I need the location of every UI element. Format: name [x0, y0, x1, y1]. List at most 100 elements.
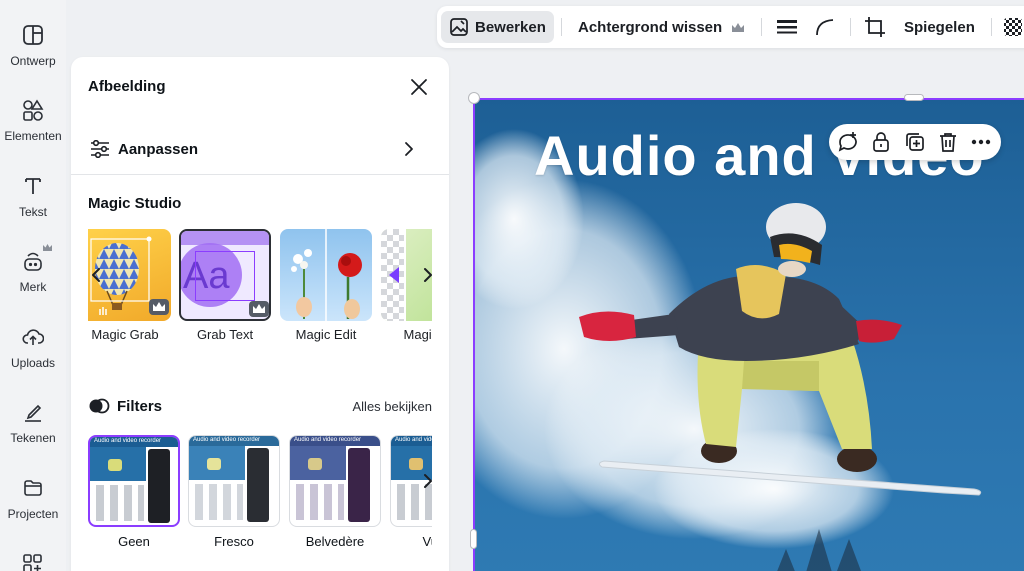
- filter-thumb: Audio and video recorder: [289, 435, 381, 527]
- close-icon: [411, 79, 427, 95]
- more-options-button[interactable]: [969, 130, 993, 154]
- crown-icon: [249, 301, 269, 317]
- rail-item-uploads[interactable]: Uploads: [0, 325, 66, 370]
- adjust-row[interactable]: Aanpassen: [71, 123, 449, 175]
- filter-belvedere[interactable]: Audio and video recorder Belvedère: [289, 435, 381, 549]
- crop-button[interactable]: [864, 11, 886, 43]
- rail-label: Tekenen: [10, 431, 56, 445]
- left-rail: Ontwerp Elementen Tekst Merk Uploads Tek…: [0, 0, 66, 571]
- rail-label: Elementen: [4, 129, 62, 143]
- text-icon: [21, 174, 45, 198]
- border-style-button[interactable]: [776, 11, 798, 43]
- magic-item-label: Grab Text: [196, 327, 254, 342]
- duplicate-icon: [906, 133, 924, 151]
- toolbar-divider: [561, 18, 562, 36]
- rail-item-merk[interactable]: Merk: [0, 244, 66, 294]
- carousel-next-button[interactable]: [416, 263, 432, 287]
- rail-item-elementen[interactable]: Elementen: [0, 98, 66, 143]
- lock-icon: [873, 132, 889, 152]
- flip-button[interactable]: Spiegelen: [904, 11, 975, 43]
- apps-icon: [21, 552, 45, 571]
- magic-item-label: Magic E: [403, 327, 432, 342]
- filter-geen[interactable]: Audio and video recorder Geen: [88, 435, 180, 549]
- image-toolbar: Bewerken Achtergrond wissen Spiegelen: [437, 6, 1024, 48]
- resize-handle-top[interactable]: [904, 94, 924, 101]
- rail-label: Tekst: [18, 205, 47, 219]
- folder-icon: [21, 476, 45, 500]
- resize-handle-left[interactable]: [470, 529, 477, 549]
- filter-thumb: Audio and video recorder: [188, 435, 280, 527]
- rail-label: Uploads: [10, 356, 56, 370]
- grab-text-card[interactable]: Aa Grab Text: [179, 229, 271, 342]
- crown-icon: [43, 244, 52, 251]
- comment-add-icon: [838, 132, 857, 152]
- lock-button[interactable]: [869, 130, 893, 154]
- image-panel: Afbeelding Aanpassen Magic Studio Magic …: [71, 57, 449, 571]
- rail-item-tekst[interactable]: Tekst: [0, 174, 66, 219]
- toolbar-divider: [991, 18, 992, 36]
- rail-label: Ontwerp: [10, 54, 56, 68]
- magic-item-label: Magic Edit: [295, 327, 357, 342]
- cloud-upload-icon: [21, 325, 45, 349]
- flowers-image: [291, 229, 362, 321]
- chevron-right-icon: [405, 142, 413, 156]
- filter-label: Geen: [118, 534, 150, 549]
- chevron-left-icon: [92, 268, 100, 282]
- flip-label: Spiegelen: [904, 18, 975, 36]
- border-style-icon: [777, 20, 797, 34]
- toolbar-divider: [761, 18, 762, 36]
- transparency-icon: [1004, 18, 1022, 36]
- adjust-label: Aanpassen: [118, 140, 199, 158]
- chevron-right-icon: [424, 474, 432, 488]
- comment-button[interactable]: [836, 130, 860, 154]
- magic-studio-carousel: Magic Grab Aa Grab Text Magic Edit Magi: [88, 229, 432, 349]
- toolbar-divider: [850, 18, 851, 36]
- magic-item-label: Magic Grab: [91, 327, 159, 342]
- filter-label: Fresco: [214, 534, 254, 549]
- edit-image-icon: [450, 18, 468, 36]
- remove-background-label: Achtergrond wissen: [578, 18, 723, 36]
- sliders-icon: [91, 140, 109, 158]
- magic-edit-card[interactable]: Magic Edit: [280, 229, 372, 342]
- shapes-icon: [21, 98, 45, 122]
- filters-carousel: Audio and video recorder Geen Audio and …: [88, 435, 432, 555]
- see-all-link[interactable]: Alles bekijken: [353, 399, 433, 414]
- more-icon: [971, 139, 991, 145]
- draw-icon: [21, 400, 45, 424]
- grab-text-thumb: Aa: [179, 229, 271, 321]
- transparency-button[interactable]: [1003, 11, 1023, 43]
- panel-title: Afbeelding: [88, 78, 166, 95]
- magic-edit-thumb: [280, 229, 372, 321]
- divider: [71, 174, 449, 175]
- brand-icon: [21, 244, 52, 273]
- crown-icon: [732, 22, 745, 32]
- filters-next-button[interactable]: [416, 469, 432, 493]
- magic-studio-title: Magic Studio: [88, 195, 182, 212]
- rail-item-apps[interactable]: [0, 552, 66, 571]
- filters-icon: [89, 398, 110, 414]
- chevron-right-icon: [424, 268, 432, 282]
- corner-rounding-icon: [816, 19, 834, 36]
- rail-item-ontwerp[interactable]: Ontwerp: [0, 23, 66, 68]
- trash-icon: [940, 133, 956, 152]
- resize-handle-top-left[interactable]: [468, 92, 480, 104]
- element-context-menu: [829, 124, 1001, 160]
- duplicate-button[interactable]: [903, 130, 927, 154]
- canvas-image[interactable]: Audio and video: [474, 99, 1024, 571]
- close-button[interactable]: [407, 75, 431, 99]
- rail-item-projecten[interactable]: Projecten: [0, 476, 66, 521]
- filters-title: Filters: [117, 398, 163, 415]
- carousel-prev-button[interactable]: [88, 263, 108, 287]
- rail-label: Projecten: [7, 507, 59, 521]
- edit-button[interactable]: Bewerken: [441, 11, 554, 43]
- corner-rounding-button[interactable]: [814, 11, 836, 43]
- filter-label: Vuur: [422, 534, 433, 549]
- filter-thumb: Audio and video recorder: [88, 435, 180, 527]
- rail-item-tekenen[interactable]: Tekenen: [0, 400, 66, 445]
- delete-button[interactable]: [936, 130, 960, 154]
- remove-background-button[interactable]: Achtergrond wissen: [578, 11, 745, 43]
- rail-label: Merk: [19, 280, 47, 294]
- filters-header: Filters Alles bekijken: [88, 395, 432, 419]
- filter-fresco[interactable]: Audio and video recorder Fresco: [188, 435, 280, 549]
- layout-icon: [21, 23, 45, 47]
